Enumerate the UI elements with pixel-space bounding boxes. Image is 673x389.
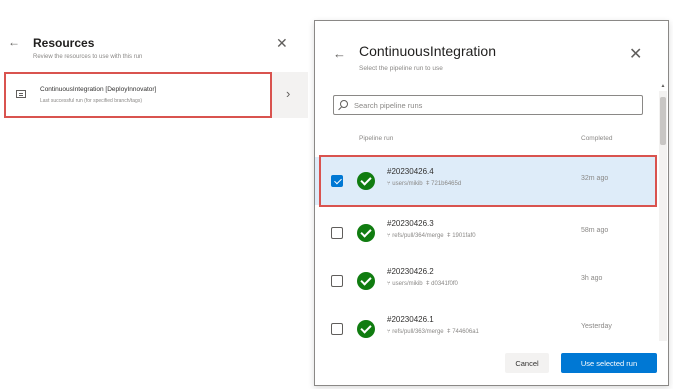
stage: ← Resources Review the resources to use … bbox=[0, 0, 673, 389]
run-branch: refs/pull/364/merge bbox=[392, 233, 444, 239]
close-icon[interactable]: ✕ bbox=[629, 47, 642, 63]
run-meta: ⑂ refs/pull/363/merge ǂ 744606a1 bbox=[387, 329, 479, 335]
table-row[interactable]: #20230426.3 ⑂ refs/pull/364/merge ǂ 1901… bbox=[315, 209, 657, 257]
run-commit: 1901faf0 bbox=[452, 233, 476, 239]
selected-row-highlight bbox=[319, 155, 657, 207]
pipeline-icon bbox=[16, 90, 26, 98]
use-selected-run-button[interactable]: Use selected run bbox=[561, 353, 657, 373]
cancel-button[interactable]: Cancel bbox=[505, 353, 549, 373]
run-completed: 58m ago bbox=[581, 227, 609, 234]
dialog-title: ContinuousIntegration bbox=[359, 43, 496, 59]
table-row[interactable]: #20230426.1 ⑂ refs/pull/363/merge ǂ 7446… bbox=[315, 305, 657, 353]
success-check-icon bbox=[357, 320, 375, 338]
resources-title: Resources bbox=[33, 36, 95, 50]
table-row[interactable]: #20230426.2 ⑂ users/mikib ǂ d0341f0f0 3h… bbox=[315, 257, 657, 305]
run-branch: users/mikib bbox=[392, 281, 423, 287]
search-icon bbox=[340, 100, 348, 108]
resource-expand-button[interactable]: › bbox=[272, 72, 308, 118]
run-commit: 744606a1 bbox=[452, 329, 479, 335]
chevron-right-icon: › bbox=[286, 86, 291, 101]
resources-subtitle: Review the resources to use with this ru… bbox=[33, 54, 143, 60]
resource-title: ContinuousIntegration [DeployInnovator] bbox=[40, 86, 157, 93]
close-icon[interactable]: ✕ bbox=[276, 36, 288, 50]
run-meta: ⑂ users/mikib ǂ d0341f0f0 bbox=[387, 281, 458, 287]
run-id: #20230426.1 bbox=[387, 315, 434, 324]
resource-item-ci[interactable]: ContinuousIntegration [DeployInnovator] … bbox=[4, 72, 272, 118]
run-commit: d0341f0f0 bbox=[431, 281, 458, 287]
scroll-thumb[interactable] bbox=[660, 97, 666, 145]
run-completed: Yesterday bbox=[581, 323, 612, 330]
run-branch: refs/pull/363/merge bbox=[392, 329, 444, 335]
success-check-icon bbox=[357, 272, 375, 290]
branch-icon: ⑂ bbox=[387, 281, 391, 287]
run-id: #20230426.3 bbox=[387, 219, 434, 228]
scroll-up-icon[interactable]: ▲ bbox=[659, 83, 667, 91]
checkbox-icon[interactable] bbox=[331, 323, 343, 335]
branch-icon: ⑂ bbox=[387, 233, 391, 239]
checkbox-icon[interactable] bbox=[331, 275, 343, 287]
scrollbar[interactable] bbox=[659, 91, 667, 341]
search-box[interactable] bbox=[333, 95, 643, 115]
column-header-completed: Completed bbox=[581, 135, 613, 142]
column-header-pipeline-run: Pipeline run bbox=[359, 135, 394, 142]
dialog-subtitle: Select the pipeline run to use bbox=[359, 65, 443, 72]
commit-icon: ǂ bbox=[447, 233, 451, 239]
commit-icon: ǂ bbox=[425, 281, 430, 287]
run-id: #20230426.2 bbox=[387, 267, 434, 276]
search-input[interactable] bbox=[354, 98, 634, 112]
pipeline-run-dialog: ← ContinuousIntegration Select the pipel… bbox=[314, 20, 669, 386]
resource-subtitle: Last successful run (for specified branc… bbox=[40, 98, 142, 104]
back-arrow-icon[interactable]: ← bbox=[333, 47, 346, 60]
back-arrow-icon[interactable]: ← bbox=[8, 36, 20, 48]
branch-icon: ⑂ bbox=[387, 329, 391, 335]
run-completed: 3h ago bbox=[581, 275, 603, 282]
checkbox-icon[interactable] bbox=[331, 227, 343, 239]
success-check-icon bbox=[357, 224, 375, 242]
run-meta: ⑂ refs/pull/364/merge ǂ 1901faf0 bbox=[387, 233, 476, 239]
resources-panel: ← Resources Review the resources to use … bbox=[0, 0, 310, 389]
commit-icon: ǂ bbox=[447, 329, 451, 335]
